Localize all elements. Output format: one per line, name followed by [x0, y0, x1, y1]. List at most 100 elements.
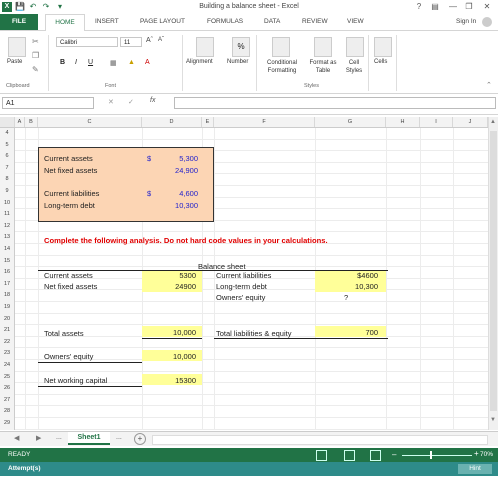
select-all-corner[interactable] — [0, 117, 15, 127]
zoom-out-icon[interactable]: – — [392, 450, 396, 459]
given-net-fixed-assets-label[interactable]: Net fixed assets — [44, 166, 97, 175]
column-header-i[interactable]: I — [420, 117, 453, 127]
row-header[interactable]: 27 — [0, 395, 14, 407]
shrink-font-icon[interactable]: Aˇ — [158, 37, 164, 43]
minimize-icon[interactable]: — — [446, 1, 460, 12]
tab-page-layout[interactable]: PAGE LAYOUT — [140, 18, 185, 25]
bs-total-liab-equity-label[interactable]: Total liabilities & equity — [216, 329, 291, 338]
row-header[interactable]: 11 — [0, 209, 14, 221]
paste-icon[interactable] — [8, 37, 26, 57]
hint-button[interactable]: Hint — [458, 464, 492, 474]
scroll-up-icon[interactable]: ▲ — [490, 119, 496, 125]
bs-current-assets-label[interactable]: Current assets — [44, 271, 93, 280]
next-sheet-icon[interactable]: ▶ — [36, 434, 41, 442]
tab-formulas[interactable]: FORMULAS — [207, 18, 243, 25]
scroll-down-icon[interactable]: ▼ — [490, 417, 496, 423]
add-sheet-button[interactable]: + — [134, 433, 146, 445]
sheets-left-ellipsis[interactable]: ... — [56, 434, 62, 441]
given-long-term-debt-value[interactable]: 10,300 — [164, 201, 198, 210]
borders-icon[interactable]: ▦ — [110, 59, 117, 67]
zoom-in-icon[interactable]: + — [474, 449, 479, 458]
collapse-ribbon-icon[interactable]: ⌃ — [486, 81, 492, 89]
bs-owners-equity-value[interactable]: ? — [344, 293, 348, 302]
row-header[interactable]: 26 — [0, 383, 14, 395]
row-header[interactable]: 22 — [0, 337, 14, 349]
bs-nwc-label[interactable]: Net working capital — [44, 376, 107, 385]
tab-review[interactable]: REVIEW — [302, 18, 328, 25]
row-header[interactable]: 25 — [0, 372, 14, 384]
copy-icon[interactable]: ❐ — [32, 51, 39, 60]
given-net-fixed-assets-value[interactable]: 24,900 — [164, 166, 198, 175]
cell-styles-button[interactable]: Cell Styles — [342, 59, 366, 75]
tab-sheet1[interactable]: Sheet1 — [68, 432, 110, 445]
italic-button[interactable]: I — [75, 59, 77, 66]
row-header[interactable]: 6 — [0, 151, 14, 163]
row-header[interactable]: 5 — [0, 140, 14, 152]
percent-icon[interactable]: % — [232, 37, 250, 57]
prev-sheet-icon[interactable]: ◀ — [14, 434, 19, 442]
sign-in-link[interactable]: Sign In — [456, 18, 476, 25]
bs-net-fixed-assets-value[interactable]: 24900 — [160, 282, 196, 291]
tab-file[interactable]: FILE — [0, 14, 38, 30]
bs-owners-equity2-value[interactable]: 10,000 — [160, 352, 196, 361]
given-long-term-debt-label[interactable]: Long-term debt — [44, 201, 95, 210]
row-header[interactable]: 4 — [0, 128, 14, 140]
bs-total-assets-value[interactable]: 10,000 — [160, 328, 196, 337]
underline-button[interactable]: U — [88, 59, 93, 66]
bs-total-liab-equity-value[interactable]: 700 — [338, 328, 378, 337]
instruction-text[interactable]: Complete the following analysis. Do not … — [44, 236, 328, 245]
zoom-level[interactable]: 70% — [480, 451, 493, 458]
alignment-icon[interactable] — [196, 37, 214, 57]
normal-view-icon[interactable] — [316, 450, 327, 461]
tab-view[interactable]: VIEW — [347, 18, 364, 25]
row-header[interactable]: 20 — [0, 314, 14, 326]
tab-insert[interactable]: INSERT — [95, 18, 119, 25]
bs-owners-equity2-label[interactable]: Owners' equity — [44, 352, 93, 361]
row-header[interactable]: 14 — [0, 244, 14, 256]
given-current-liabilities-value[interactable]: 4,600 — [170, 189, 198, 198]
bs-current-assets-value[interactable]: 5300 — [160, 271, 196, 280]
bs-total-assets-label[interactable]: Total assets — [44, 329, 84, 338]
grow-font-icon[interactable]: Aˆ — [146, 37, 153, 44]
bs-long-term-debt-value[interactable]: 10,300 — [338, 282, 378, 291]
alignment-button[interactable]: Alignment — [186, 59, 213, 65]
row-header[interactable]: 24 — [0, 360, 14, 372]
conditional-formatting-icon[interactable] — [272, 37, 290, 57]
bs-long-term-debt-label[interactable]: Long-term debt — [216, 282, 267, 291]
row-header[interactable]: 10 — [0, 198, 14, 210]
tab-home[interactable]: HOME — [45, 14, 85, 31]
formula-input[interactable] — [174, 97, 496, 109]
row-header[interactable]: 17 — [0, 279, 14, 291]
enter-icon[interactable]: ✓ — [128, 98, 134, 106]
row-header[interactable]: 19 — [0, 302, 14, 314]
column-header-j[interactable]: J — [453, 117, 488, 127]
page-break-view-icon[interactable] — [370, 450, 381, 461]
sheets-right-ellipsis[interactable]: ... — [116, 434, 122, 441]
fill-color-icon[interactable]: ▲ — [128, 59, 135, 66]
given-current-assets-value[interactable]: 5,300 — [170, 154, 198, 163]
bold-button[interactable]: B — [60, 59, 65, 66]
column-header-g[interactable]: G — [315, 117, 386, 127]
cut-icon[interactable]: ✂ — [32, 37, 39, 46]
bs-nwc-value[interactable]: 15300 — [160, 376, 196, 385]
page-layout-view-icon[interactable] — [344, 450, 355, 461]
font-name-select[interactable]: Calibri — [56, 37, 118, 47]
horizontal-scrollbar[interactable] — [152, 435, 488, 445]
paste-button[interactable]: Paste — [7, 59, 22, 65]
conditional-formatting-button[interactable]: Conditional Formatting — [260, 59, 304, 75]
number-button[interactable]: Number — [227, 59, 248, 65]
cancel-icon[interactable]: ✕ — [108, 98, 114, 106]
column-header-f[interactable]: F — [214, 117, 315, 127]
font-color-icon[interactable]: A — [145, 59, 150, 66]
format-as-table-icon[interactable] — [314, 37, 332, 57]
close-icon[interactable]: ✕ — [480, 1, 494, 12]
cell-styles-icon[interactable] — [346, 37, 364, 57]
cells-icon[interactable] — [374, 37, 392, 57]
row-header[interactable]: 15 — [0, 256, 14, 268]
restore-icon[interactable]: ❐ — [462, 1, 476, 12]
scroll-thumb[interactable] — [490, 131, 497, 411]
row-header[interactable]: 16 — [0, 267, 14, 279]
name-box[interactable]: A1 — [2, 97, 94, 109]
column-header-h[interactable]: H — [386, 117, 420, 127]
row-header[interactable]: 8 — [0, 174, 14, 186]
